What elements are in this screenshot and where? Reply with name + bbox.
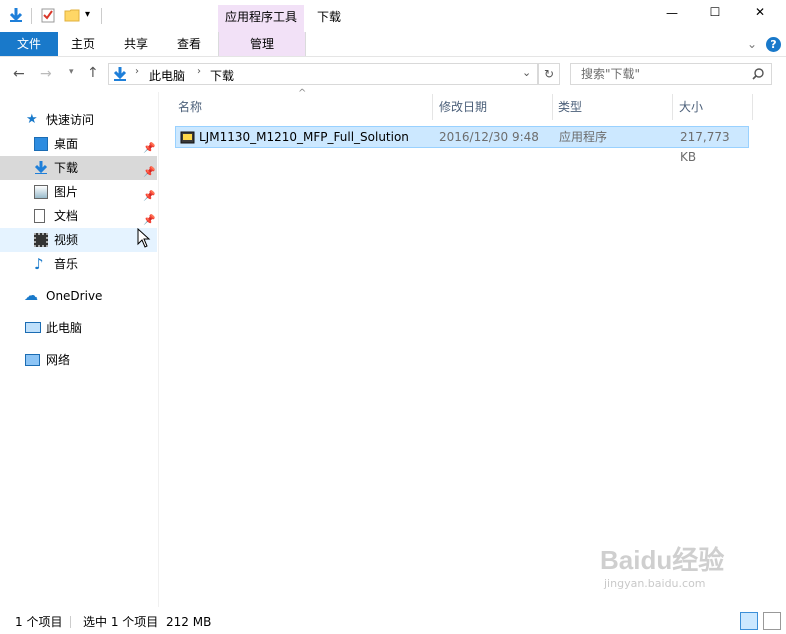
pin-icon[interactable]: 📌 (143, 209, 155, 226)
chevron-right-icon[interactable]: › (197, 66, 201, 77)
pane-divider (158, 92, 159, 607)
address-box[interactable]: › 此电脑 › 下载 ⌄ (108, 63, 538, 85)
file-name: LJM1130_M1210_MFP_Full_Solution (199, 130, 409, 144)
desktop-icon (34, 137, 48, 151)
contextual-tab-group: 应用程序工具 (218, 5, 304, 32)
pin-icon[interactable]: 📌 (143, 161, 155, 178)
status-bar: 1 个项目 选中 1 个项目 212 MB (0, 610, 786, 634)
file-size: 217,773 KB (680, 130, 730, 164)
sort-ascending-icon: ^ (298, 88, 307, 99)
customize-toolbar-icon[interactable]: ▾ (85, 9, 90, 20)
refresh-icon[interactable]: ↻ (538, 63, 560, 85)
navigation-pane: ★ 快速访问 桌面 📌 下载 📌 图片 📌 文档 📌 视频 ♪ 音乐 ☁ One… (0, 96, 158, 606)
maximize-button[interactable]: ☐ (705, 5, 725, 19)
watermark: Baidu经验 jingyan.baidu.com (600, 540, 770, 610)
nav-onedrive-label: OneDrive (46, 289, 103, 303)
status-size: 212 MB (166, 615, 212, 629)
sidebar-item-label: 文档 (54, 209, 79, 223)
videos-icon (34, 233, 48, 247)
help-icon[interactable]: ? (766, 37, 781, 52)
tab-file[interactable]: 文件 (0, 32, 58, 56)
computer-icon (25, 322, 41, 333)
sidebar-item-label: 下载 (54, 161, 79, 175)
watermark-brand: Baidu经验 (600, 545, 725, 575)
toolbar-divider (31, 8, 32, 24)
nav-this-pc[interactable]: 此电脑 (0, 316, 157, 340)
column-separator[interactable] (752, 94, 753, 120)
pin-icon[interactable]: 📌 (143, 137, 155, 154)
forward-icon[interactable]: → (40, 66, 52, 82)
column-size[interactable]: 大小 (679, 94, 703, 120)
column-separator[interactable] (432, 94, 433, 120)
column-header: ^ 名称 修改日期 类型 大小 (170, 88, 756, 120)
status-divider (70, 616, 71, 628)
sidebar-item-desktop[interactable]: 桌面 📌 (0, 132, 157, 156)
chevron-right-icon: › (135, 66, 139, 77)
tab-home[interactable]: 主页 (63, 32, 103, 56)
status-item-count: 1 个项目 (15, 615, 63, 629)
chevron-down-icon[interactable]: ⌄ (522, 66, 531, 79)
up-icon[interactable]: ↑ (87, 65, 99, 81)
properties-icon[interactable] (40, 7, 56, 23)
toolbar-divider (101, 8, 102, 24)
sidebar-item-pictures[interactable]: 图片 📌 (0, 180, 157, 204)
cursor-icon (137, 228, 151, 248)
column-type[interactable]: 类型 (558, 94, 582, 120)
column-date[interactable]: 修改日期 (439, 94, 487, 120)
star-icon: ★ (26, 112, 38, 127)
file-type: 应用程序 (559, 130, 608, 144)
tab-view[interactable]: 查看 (169, 32, 209, 56)
download-icon[interactable] (8, 7, 24, 23)
sidebar-item-label: 视频 (54, 233, 79, 247)
column-separator[interactable] (552, 94, 553, 120)
sidebar-item-downloads[interactable]: 下载 📌 (0, 156, 157, 180)
title-bar: ▾ 应用程序工具 下载 — ☐ ✕ (0, 0, 786, 32)
search-icon[interactable] (752, 68, 764, 80)
recent-locations-icon[interactable]: ▾ (69, 67, 74, 77)
pin-icon[interactable]: 📌 (143, 185, 155, 202)
application-icon (180, 131, 195, 144)
column-separator[interactable] (672, 94, 673, 120)
nav-network[interactable]: 网络 (0, 348, 157, 372)
download-icon (34, 161, 48, 174)
status-selected: 选中 1 个项目 (83, 615, 159, 629)
sidebar-item-music[interactable]: ♪ 音乐 (0, 252, 157, 276)
contextual-group-label: 应用程序工具 (224, 10, 297, 24)
nav-quick-access-label: 快速访问 (46, 113, 95, 127)
download-icon (113, 67, 127, 81)
expand-ribbon-icon[interactable]: ⌄ (747, 37, 757, 51)
search-input[interactable]: 搜索"下载" (570, 63, 772, 85)
cloud-icon: ☁ (24, 288, 38, 304)
documents-icon (34, 209, 45, 223)
minimize-button[interactable]: — (662, 6, 682, 20)
table-row[interactable]: LJM1130_M1210_MFP_Full_Solution 2016/12/… (175, 126, 749, 164)
breadcrumb-downloads[interactable]: 下载 (210, 67, 234, 84)
breadcrumb-this-pc[interactable]: 此电脑 (149, 67, 185, 84)
pictures-icon (34, 185, 48, 199)
column-name[interactable]: 名称 (178, 94, 202, 120)
sidebar-item-videos[interactable]: 视频 (0, 228, 157, 252)
tab-share[interactable]: 共享 (116, 32, 156, 56)
network-icon (25, 354, 40, 366)
tab-manage[interactable]: 管理 (218, 32, 306, 56)
music-icon: ♪ (34, 255, 44, 273)
new-folder-icon[interactable] (64, 7, 80, 23)
file-date: 2016/12/30 9:48 (439, 130, 539, 144)
sidebar-item-label: 音乐 (54, 257, 79, 271)
sidebar-item-label: 图片 (54, 185, 79, 199)
nav-onedrive[interactable]: ☁ OneDrive (0, 284, 157, 308)
nav-this-pc-label: 此电脑 (46, 321, 83, 335)
back-icon[interactable]: ← (13, 66, 25, 82)
sidebar-item-label: 桌面 (54, 137, 79, 151)
window-title: 下载 (317, 10, 342, 24)
watermark-url: jingyan.baidu.com (604, 577, 706, 590)
nav-network-label: 网络 (46, 353, 71, 367)
details-view-icon[interactable] (740, 612, 758, 630)
nav-quick-access[interactable]: ★ 快速访问 (0, 108, 157, 132)
sidebar-item-documents[interactable]: 文档 📌 (0, 204, 157, 228)
close-button[interactable]: ✕ (750, 5, 770, 19)
large-icons-view-icon[interactable] (763, 612, 781, 630)
